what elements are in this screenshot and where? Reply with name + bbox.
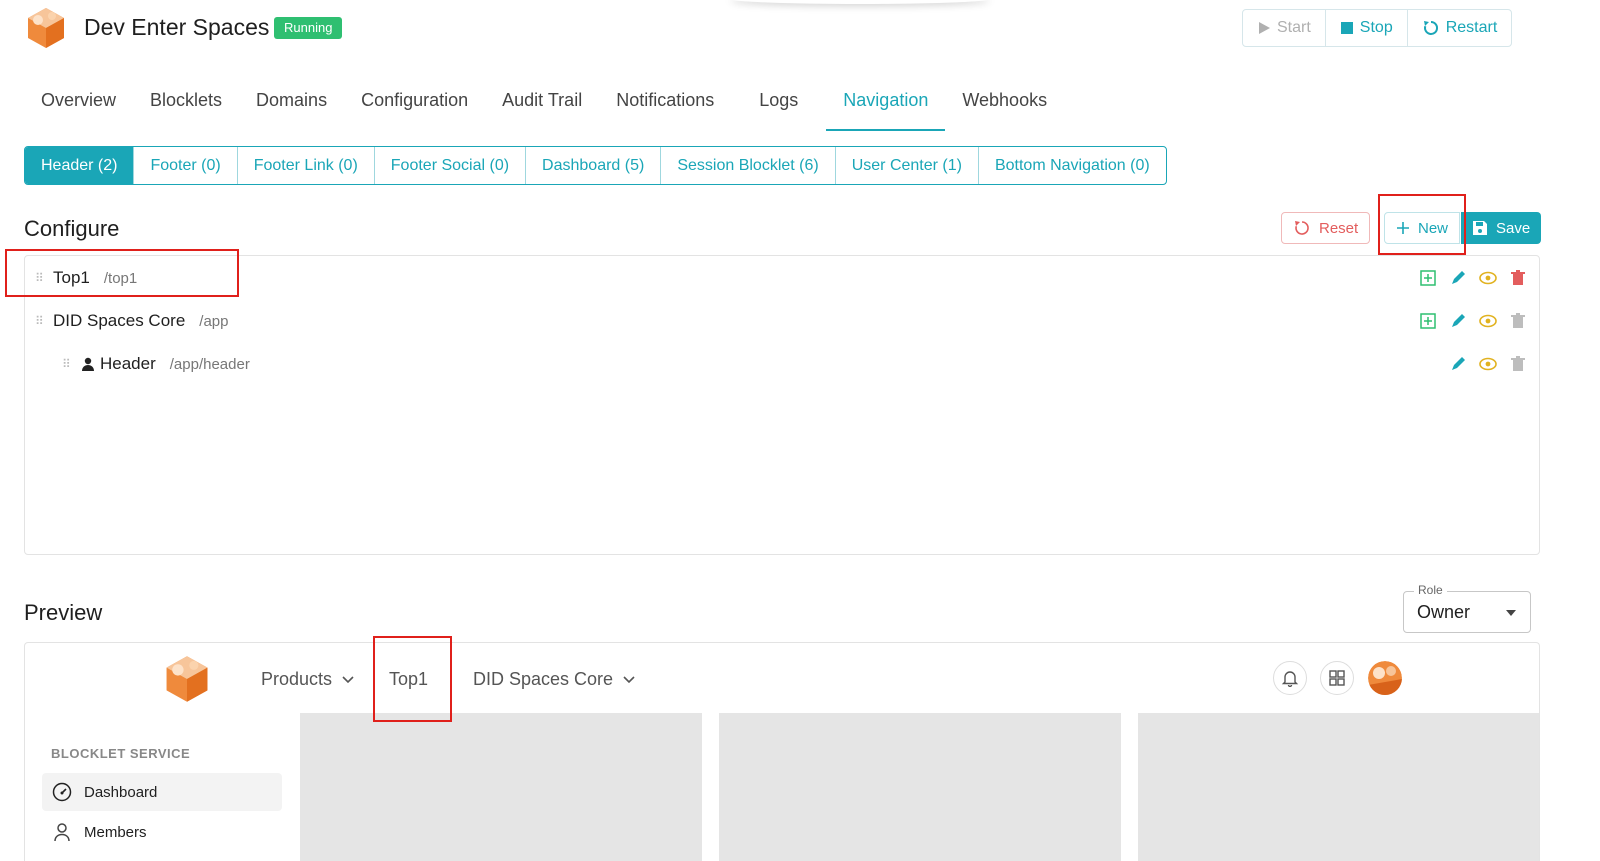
tab-navigation[interactable]: Navigation xyxy=(826,84,946,131)
preview-nav-did-spaces-core[interactable]: DID Spaces Core xyxy=(473,669,635,690)
notifications-button[interactable] xyxy=(1273,661,1307,695)
configure-title: Configure xyxy=(24,216,120,241)
role-select[interactable]: Role Owner xyxy=(1403,583,1531,633)
save-label: Save xyxy=(1496,219,1531,237)
role-label: Role xyxy=(1414,583,1447,597)
segment-dashboard[interactable]: Dashboard (5) xyxy=(526,147,662,184)
restart-icon xyxy=(1423,20,1438,35)
tree-item-did-spaces-core[interactable]: ⠿ DID Spaces Core /app xyxy=(25,301,1539,341)
sidebar-item-label: Members xyxy=(84,823,147,841)
window-shadow xyxy=(730,0,990,4)
restart-button[interactable]: Restart xyxy=(1408,10,1512,46)
row-actions xyxy=(1419,269,1527,287)
save-icon xyxy=(1473,221,1487,235)
sidebar-item-label: Dashboard xyxy=(84,783,158,801)
chevron-down-icon xyxy=(342,675,354,683)
preview-logo-icon xyxy=(166,656,208,702)
preview-panel: Products Top1 DID Spaces Core BLOCKLET S… xyxy=(24,642,1540,861)
tab-domains[interactable]: Domains xyxy=(239,84,344,131)
visibility-icon[interactable] xyxy=(1479,312,1497,330)
sidebar-item-members[interactable]: Members xyxy=(42,813,282,851)
preview-content-placeholder xyxy=(1138,713,1539,861)
tab-audit-trail[interactable]: Audit Trail xyxy=(485,84,599,131)
item-path: /app/header xyxy=(169,355,250,373)
highlight-new-button xyxy=(1378,194,1466,255)
delete-icon[interactable] xyxy=(1509,355,1527,373)
tab-blocklets[interactable]: Blocklets xyxy=(133,84,239,131)
stop-button[interactable]: Stop xyxy=(1326,10,1408,46)
app-controls: Start Stop Restart xyxy=(1242,9,1513,47)
tab-logs[interactable]: Logs xyxy=(742,84,826,131)
segment-session-blocklet[interactable]: Session Blocklet (6) xyxy=(661,147,836,184)
status-badge: Running xyxy=(274,17,343,39)
row-actions xyxy=(1419,312,1527,330)
stop-icon xyxy=(1340,22,1353,34)
segment-header[interactable]: Header (2) xyxy=(25,147,135,184)
app-title: Dev Enter Spaces xyxy=(84,14,270,40)
grid-icon xyxy=(1329,670,1345,686)
visibility-icon[interactable] xyxy=(1479,355,1497,373)
preview-title: Preview xyxy=(24,600,103,625)
segment-footer-link[interactable]: Footer Link (0) xyxy=(238,147,375,184)
segment-footer-social[interactable]: Footer Social (0) xyxy=(375,147,527,184)
stop-label: Stop xyxy=(1359,19,1393,36)
item-name: DID Spaces Core xyxy=(53,311,186,330)
main-tabs: Overview Blocklets Domains Configuration… xyxy=(24,84,1064,131)
navigation-tree: ⠿ Top1 /top1 ⠿ DID Spaces Core /app ⠿ He… xyxy=(24,255,1540,555)
start-button[interactable]: Start xyxy=(1243,10,1326,46)
nav-label: Products xyxy=(261,669,333,689)
reset-label: Reset xyxy=(1319,219,1359,237)
play-icon xyxy=(1259,22,1270,34)
nav-label: DID Spaces Core xyxy=(473,669,614,689)
item-name: Header xyxy=(100,354,156,373)
reset-icon xyxy=(1295,221,1309,235)
role-value: Owner xyxy=(1417,602,1471,622)
sidebar-item-dashboard[interactable]: Dashboard xyxy=(42,773,282,811)
chevron-down-icon xyxy=(623,675,635,683)
bell-icon xyxy=(1281,671,1299,687)
restart-label: Restart xyxy=(1445,19,1498,36)
drag-handle-icon[interactable]: ⠿ xyxy=(62,357,76,371)
add-child-icon[interactable] xyxy=(1419,312,1437,330)
user-icon xyxy=(82,357,94,371)
tab-webhooks[interactable]: Webhooks xyxy=(945,84,1064,131)
preview-content-placeholder xyxy=(300,713,702,861)
avatar[interactable] xyxy=(1368,661,1402,695)
preview-nav-products[interactable]: Products xyxy=(261,669,354,690)
highlight-top1-item xyxy=(5,249,239,297)
edit-icon[interactable] xyxy=(1449,312,1467,330)
row-actions xyxy=(1449,355,1527,373)
highlight-preview-top1 xyxy=(373,636,452,722)
person-icon xyxy=(54,823,70,842)
segment-bottom-navigation[interactable]: Bottom Navigation (0) xyxy=(979,147,1166,184)
preview-content-placeholder xyxy=(719,713,1121,861)
edit-icon[interactable] xyxy=(1449,355,1467,373)
delete-icon[interactable] xyxy=(1509,312,1527,330)
drag-handle-icon[interactable]: ⠿ xyxy=(35,314,49,328)
navigation-type-selector: Header (2) Footer (0) Footer Link (0) Fo… xyxy=(24,146,1167,185)
add-child-icon[interactable] xyxy=(1419,269,1437,287)
reset-button[interactable]: Reset xyxy=(1281,212,1371,244)
segment-user-center[interactable]: User Center (1) xyxy=(836,147,979,184)
tree-item-top1[interactable]: ⠿ Top1 /top1 xyxy=(25,258,1539,298)
tab-overview[interactable]: Overview xyxy=(24,84,133,131)
app-logo-icon xyxy=(28,8,64,48)
save-button[interactable]: Save xyxy=(1461,212,1542,244)
edit-icon[interactable] xyxy=(1449,269,1467,287)
dashboard-gauge-icon xyxy=(52,782,72,802)
avatar-icon xyxy=(1368,661,1402,695)
visibility-icon[interactable] xyxy=(1479,269,1497,287)
tab-notifications[interactable]: Notifications xyxy=(599,84,742,131)
tree-item-header[interactable]: ⠿ Header /app/header xyxy=(25,344,1539,384)
start-label: Start xyxy=(1277,19,1311,36)
apps-button[interactable] xyxy=(1320,661,1354,695)
item-path: /app xyxy=(199,312,229,330)
segment-footer[interactable]: Footer (0) xyxy=(134,147,238,184)
sidebar-section-header: BLOCKLET SERVICE xyxy=(51,746,191,761)
caret-down-icon xyxy=(1506,610,1516,616)
tab-configuration[interactable]: Configuration xyxy=(344,84,485,131)
delete-icon[interactable] xyxy=(1509,269,1527,287)
